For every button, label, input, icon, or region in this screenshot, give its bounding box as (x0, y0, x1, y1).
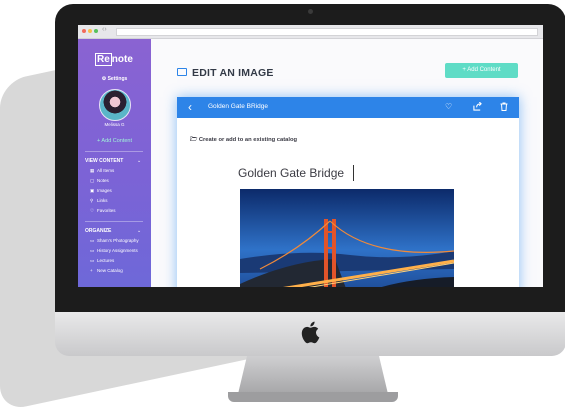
sidebar: Re note ⚙ Settings Melissa G + Add Conten… (78, 39, 151, 287)
sidebar-item-label: Sham's Photography (97, 238, 139, 243)
sidebar-item[interactable]: ▭ Lectures (90, 258, 114, 264)
heart-icon: ♡ (90, 208, 95, 213)
sidebar-item[interactable]: ▭ History Assignments (90, 248, 138, 254)
sidebar-item-label: Images (97, 188, 112, 193)
view-content-heading[interactable]: VIEW CONTENT (85, 158, 123, 164)
sidebar-item-label: Links (97, 198, 108, 203)
image-name-input[interactable]: Golden Gate Bridge (238, 166, 344, 180)
page-title: EDIT AN IMAGE (192, 67, 274, 79)
sidebar-divider (85, 151, 143, 152)
note-icon: ▢ (90, 178, 95, 183)
sidebar-item-label: All Items (97, 168, 115, 173)
gear-icon: ⚙ (101, 76, 107, 82)
webcam-icon (308, 9, 313, 14)
sidebar-item[interactable]: + New Catalog (90, 268, 123, 273)
folder-icon: ▭ (90, 258, 95, 263)
sidebar-add-content-button[interactable]: + Add Content (78, 138, 151, 144)
user-name: Melissa G (104, 122, 125, 127)
monitor-stand (238, 356, 388, 394)
heart-icon[interactable]: ♡ (445, 102, 452, 111)
back-arrow-icon[interactable]: ‹ (188, 100, 192, 114)
image-icon (177, 68, 187, 76)
link-icon: ⚲ (90, 198, 94, 203)
settings-label: Settings (107, 76, 128, 82)
sidebar-item-label: History Assignments (97, 248, 138, 253)
golden-gate-photo (240, 189, 454, 287)
sidebar-item[interactable]: ⚲ Links (90, 198, 108, 204)
card-header: ‹ Golden Gate BRidge ♡ (177, 97, 519, 118)
folder-icon: ▭ (90, 238, 95, 243)
catalog-prompt: Create or add to an existing catalog (198, 137, 298, 143)
text-cursor (353, 165, 354, 181)
back-forward-icon[interactable]: ‹› (102, 26, 107, 33)
screen: ‹› Re note ⚙ Settings Melissa G + Add Con… (78, 25, 543, 287)
sidebar-item-label: Favorites (97, 208, 116, 213)
folder-icon: ▭ (90, 248, 95, 253)
add-content-button[interactable]: + Add Content (445, 63, 518, 78)
sidebar-item-label: New Catalog (97, 268, 123, 273)
card-title: Golden Gate BRidge (208, 103, 268, 110)
image-preview[interactable] (240, 189, 454, 287)
edit-image-card: ‹ Golden Gate BRidge ♡ 🗁 Create or add t… (177, 97, 519, 287)
sidebar-item[interactable]: ▦ All Items (90, 168, 114, 174)
sidebar-item[interactable]: ▢ Notes (90, 178, 109, 184)
apple-logo-icon (301, 321, 320, 344)
monitor-base (228, 392, 398, 402)
maximize-window-button[interactable] (94, 29, 98, 33)
share-icon[interactable] (473, 102, 482, 111)
minimize-window-button[interactable] (88, 29, 92, 33)
sidebar-divider (85, 221, 143, 222)
chevron-down-icon[interactable]: ⌄ (137, 158, 141, 164)
address-bar[interactable] (116, 28, 538, 36)
close-window-button[interactable] (82, 29, 86, 33)
catalog-picker[interactable]: 🗁 Create or add to an existing catalog (190, 135, 297, 145)
logo-mark: Re (95, 53, 112, 66)
settings-link[interactable]: ⚙ Settings (78, 76, 151, 82)
chevron-down-icon[interactable]: ⌄ (137, 228, 141, 234)
plus-icon: + (90, 268, 93, 273)
image-icon: ▣ (90, 188, 95, 193)
folder-icon: 🗁 (190, 137, 198, 143)
organize-heading[interactable]: ORGANIZE (85, 228, 111, 234)
sidebar-item-label: Notes (97, 178, 109, 183)
sidebar-item[interactable]: ▭ Sham's Photography (90, 238, 139, 244)
logo-wordmark: note (111, 54, 133, 65)
avatar[interactable] (99, 89, 131, 121)
sidebar-item-label: Lectures (97, 258, 115, 263)
grid-icon: ▦ (90, 168, 95, 173)
sidebar-item[interactable]: ▣ Images (90, 188, 112, 194)
trash-icon[interactable] (500, 102, 508, 111)
sidebar-item[interactable]: ♡ Favorites (90, 208, 116, 214)
browser-toolbar: ‹› (78, 25, 543, 39)
app-logo[interactable]: Re note (95, 53, 133, 67)
